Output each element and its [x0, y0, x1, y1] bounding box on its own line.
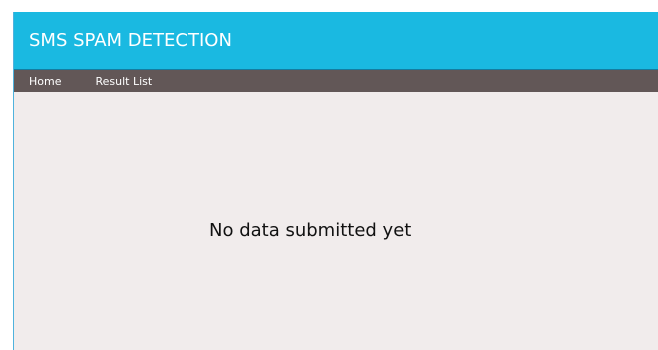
app-frame: SMS SPAM DETECTION Home Result List No d…: [13, 12, 658, 350]
app-title: SMS SPAM DETECTION: [29, 30, 232, 51]
nav-link-home[interactable]: Home: [29, 75, 61, 88]
nav-link-result-list[interactable]: Result List: [95, 75, 152, 88]
navbar: Home Result List: [14, 70, 658, 92]
app-header: SMS SPAM DETECTION: [14, 12, 658, 69]
empty-state-message: No data submitted yet: [209, 220, 412, 241]
main-content: No data submitted yet: [14, 92, 658, 350]
